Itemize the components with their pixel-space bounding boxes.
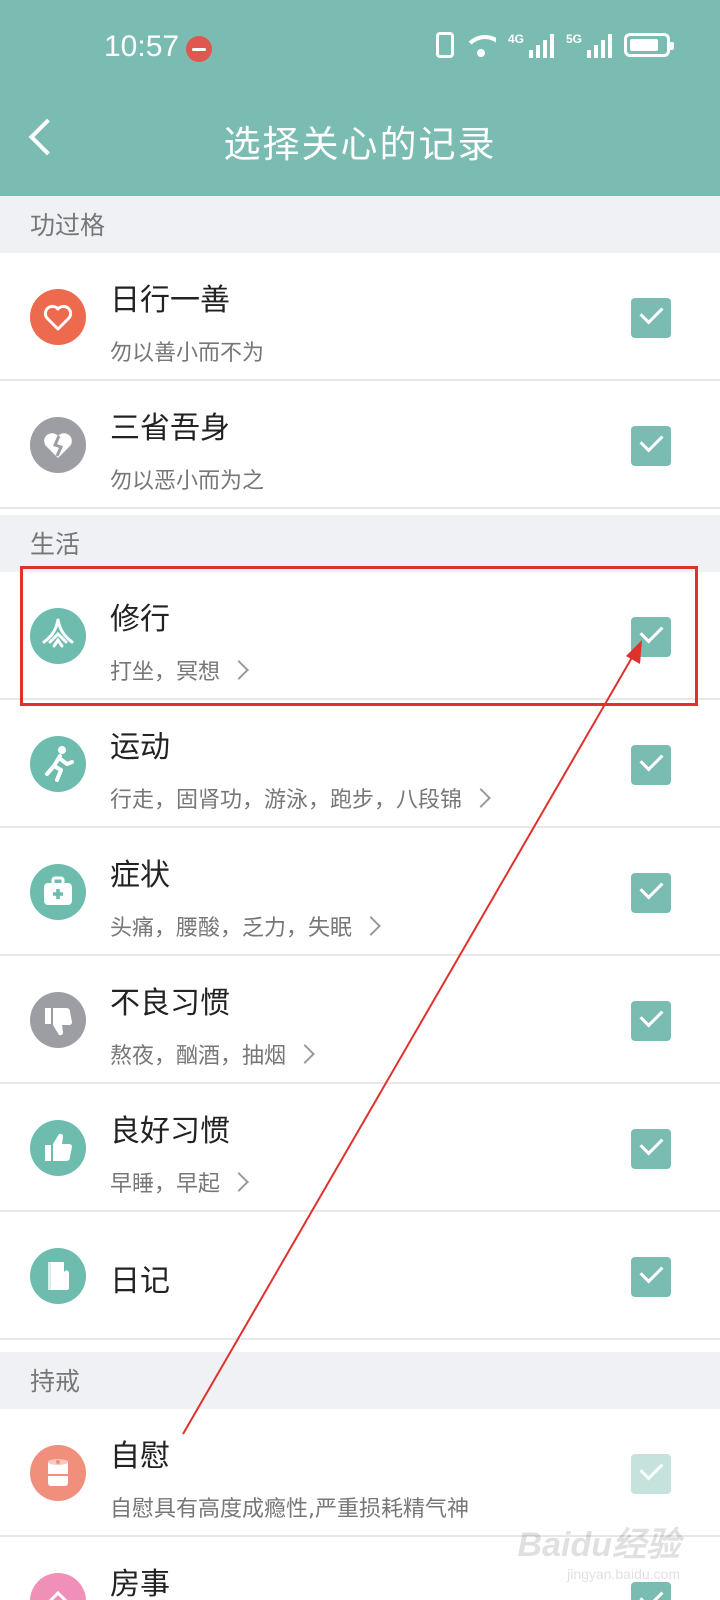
- list-item-good-habits[interactable]: 良好习惯 早睡，早起: [0, 1084, 720, 1212]
- row-title: 不良习惯: [110, 986, 230, 1021]
- running-icon: [30, 736, 86, 792]
- checkbox-checked[interactable]: [631, 873, 671, 913]
- checkbox-checked[interactable]: [631, 745, 671, 785]
- chevron-right-icon: [295, 1044, 315, 1064]
- watermark-url: jingyan.baidu.com: [567, 1566, 680, 1582]
- row-subtitle[interactable]: 头痛，腰酸，乏力，失眠: [110, 910, 381, 942]
- checkbox-checked[interactable]: [631, 1257, 671, 1297]
- checkbox-checked[interactable]: [631, 1582, 671, 1600]
- header-bar: 10:57 4G 5G 选择关心的记录: [0, 0, 720, 196]
- row-title: 运动: [110, 730, 170, 765]
- row-title: 自慰: [110, 1439, 170, 1474]
- row-title: 房事: [110, 1567, 170, 1600]
- list-item-self-reflection[interactable]: 三省吾身 勿以恶小而为之: [0, 381, 720, 509]
- checkbox-checked[interactable]: [631, 298, 671, 338]
- row-subtitle: 自慰具有高度成瘾性,严重损耗精气神: [110, 1497, 469, 1522]
- heart-icon: [30, 289, 86, 345]
- chevron-right-icon: [471, 788, 491, 808]
- list-item-daily-good[interactable]: 日行一善 勿以善小而不为: [0, 253, 720, 381]
- signal-4g-icon: 4G: [508, 32, 554, 58]
- row-subtitle: 勿以善小而不为: [110, 341, 265, 366]
- row-subtitle[interactable]: 早睡，早起: [110, 1166, 249, 1198]
- chevron-right-icon: [229, 1172, 249, 1192]
- row-subtitle: 勿以恶小而为之: [110, 469, 265, 494]
- list-item-diary[interactable]: 日记: [0, 1212, 720, 1340]
- row-title: 症状: [110, 858, 170, 893]
- checkbox-checked[interactable]: [631, 1001, 671, 1041]
- medical-kit-icon: [30, 864, 86, 920]
- section-header-life: 生活: [0, 515, 720, 572]
- watermark-logo: Baidu经验: [517, 1526, 680, 1564]
- diary-book-icon: [30, 1248, 86, 1304]
- section-header-merit: 功过格: [0, 196, 720, 253]
- list-item-bad-habits[interactable]: 不良习惯 熬夜，酗酒，抽烟: [0, 956, 720, 1084]
- section-header-precepts: 持戒: [0, 1352, 720, 1409]
- tissue-roll-icon: [30, 1445, 86, 1501]
- chevron-right-icon: [361, 916, 381, 936]
- annotation-highlight-box: [20, 566, 698, 706]
- watermark: Baidu经验 jingyan.baidu.com: [518, 1517, 680, 1582]
- checkbox-checked-disabled[interactable]: [631, 1454, 671, 1494]
- vibrate-icon: [435, 32, 454, 58]
- broken-heart-icon: [30, 417, 86, 473]
- list-item-symptoms[interactable]: 症状 头痛，腰酸，乏力，失眠: [0, 828, 720, 956]
- couple-icon: [30, 1573, 86, 1600]
- wifi-icon: [465, 33, 496, 57]
- row-title: 三省吾身: [110, 411, 230, 446]
- status-icons: 4G 5G: [435, 32, 674, 58]
- row-subtitle[interactable]: 行走，固肾功，游泳，跑步，八段锦: [110, 782, 491, 814]
- battery-icon: [624, 33, 674, 57]
- list-item-exercise[interactable]: 运动 行走，固肾功，游泳，跑步，八段锦: [0, 700, 720, 828]
- no-call-icon: [186, 36, 212, 62]
- thumbs-down-icon: [30, 992, 86, 1048]
- page-title: 选择关心的记录: [223, 123, 497, 166]
- row-title: 日记: [110, 1264, 170, 1299]
- signal-5g-icon: 5G: [566, 32, 612, 58]
- checkbox-checked[interactable]: [631, 1129, 671, 1169]
- row-title: 日行一善: [110, 283, 230, 318]
- status-bar: 10:57 4G 5G: [0, 20, 720, 76]
- status-time: 10:57: [104, 30, 180, 63]
- row-title: 良好习惯: [110, 1114, 230, 1149]
- row-subtitle[interactable]: 熬夜，酗酒，抽烟: [110, 1038, 315, 1070]
- thumbs-up-icon: [30, 1120, 86, 1176]
- checkbox-checked[interactable]: [631, 426, 671, 466]
